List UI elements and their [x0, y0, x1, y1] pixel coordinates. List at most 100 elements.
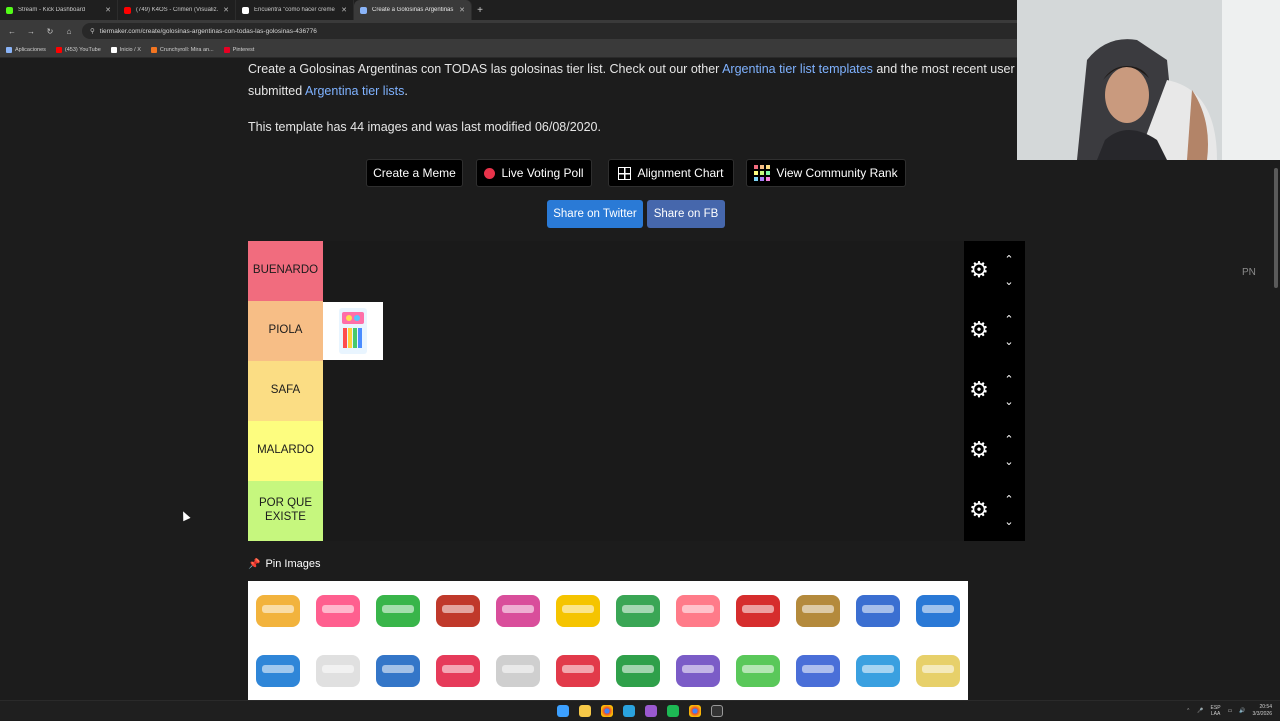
chevron-up-icon[interactable]: ⌃ — [1186, 708, 1190, 714]
tier-drop-zone[interactable] — [323, 481, 964, 541]
bookmark-pinterest[interactable]: Pinterest — [223, 46, 254, 53]
volume-icon[interactable]: 🔊 — [1239, 708, 1245, 714]
candy-image[interactable] — [308, 641, 368, 700]
button-label: View Community Rank — [776, 166, 898, 180]
close-icon[interactable]: ✕ — [459, 6, 465, 14]
candy-image[interactable] — [548, 581, 608, 641]
candy-image[interactable] — [848, 581, 908, 641]
candy-image[interactable] — [848, 641, 908, 700]
chevron-down-icon[interactable]: ⌄ — [1002, 395, 1016, 409]
chevron-down-icon[interactable]: ⌄ — [1002, 335, 1016, 349]
tab-tiermaker[interactable]: Create a Golosinas Argentinas ... ✕ — [354, 0, 472, 20]
youtube-icon — [55, 46, 62, 53]
candy-image[interactable] — [368, 581, 428, 641]
spotify-icon[interactable] — [667, 704, 679, 717]
candy-image[interactable] — [248, 641, 308, 700]
live-voting-poll-button[interactable]: Live Voting Poll — [476, 159, 592, 187]
tier-label[interactable]: SAFA — [248, 361, 323, 421]
bookmark-crunchyroll[interactable]: Crunchyroll: Mira an... — [150, 46, 214, 53]
candy-image[interactable] — [728, 581, 788, 641]
file-explorer-icon[interactable] — [579, 704, 591, 717]
bookmark-youtube[interactable]: (453) YouTube — [55, 46, 101, 53]
chevron-down-icon[interactable]: ⌄ — [1002, 515, 1016, 529]
chevron-up-icon[interactable]: ⌃ — [1002, 313, 1016, 327]
gear-icon[interactable]: ⚙ — [968, 319, 990, 341]
chevron-down-icon[interactable]: ⌄ — [1002, 455, 1016, 469]
close-icon[interactable]: ✕ — [223, 6, 229, 14]
candy-image[interactable] — [548, 641, 608, 700]
new-tab-button[interactable]: + — [472, 0, 488, 20]
candy-image[interactable] — [428, 641, 488, 700]
back-icon[interactable]: ← — [6, 25, 18, 37]
monitor-icon[interactable]: ▭ — [1228, 708, 1233, 714]
tier-label[interactable]: MALARDO — [248, 421, 323, 481]
candy-image-baby-doll[interactable] — [323, 302, 383, 360]
candy-image[interactable] — [428, 581, 488, 641]
tier-drop-zone[interactable] — [323, 301, 964, 361]
tier-label[interactable]: BUENARDO — [248, 241, 323, 301]
candy-image[interactable] — [908, 641, 968, 700]
tier-drop-zone[interactable] — [323, 421, 964, 481]
chevron-up-icon[interactable]: ⌃ — [1002, 433, 1016, 447]
chevron-up-icon[interactable]: ⌃ — [1002, 493, 1016, 507]
tier-label[interactable]: POR QUE EXISTE — [248, 481, 323, 541]
tab-tiktok-search[interactable]: Encuentra "como hacer creme ... ✕ — [236, 0, 354, 20]
pin-images-toggle[interactable]: 📌 Pin Images — [248, 558, 320, 570]
forward-icon[interactable]: → — [25, 25, 37, 37]
mic-icon[interactable]: 🎤 — [1197, 708, 1203, 714]
gear-icon[interactable]: ⚙ — [968, 379, 990, 401]
home-icon[interactable]: ⌂ — [63, 25, 75, 37]
tier-label[interactable]: PIOLA — [248, 301, 323, 361]
tab-youtube[interactable]: (749) K4OS - Crimen (Visualiz... ✕ — [118, 0, 236, 20]
argentina-templates-link[interactable]: Argentina tier list templates — [722, 62, 873, 76]
tier-controls: ⚙ ⌃ ⌄ — [964, 301, 1025, 361]
chevron-down-icon[interactable]: ⌄ — [1002, 275, 1016, 289]
candy-image[interactable] — [908, 581, 968, 641]
bookmark-x[interactable]: Inicio / X — [110, 46, 141, 53]
alignment-chart-button[interactable]: Alignment Chart — [608, 159, 734, 187]
argentina-tier-lists-link[interactable]: Argentina tier lists — [305, 84, 404, 98]
gear-icon[interactable]: ⚙ — [968, 259, 990, 281]
candy-image[interactable] — [488, 581, 548, 641]
scrollbar-thumb[interactable] — [1274, 168, 1278, 288]
candy-image[interactable] — [788, 581, 848, 641]
windows-start-icon[interactable] — [557, 704, 569, 717]
candy-image[interactable] — [488, 641, 548, 700]
view-community-rank-button[interactable]: View Community Rank — [746, 159, 906, 187]
candy-image[interactable] — [788, 641, 848, 700]
tab-label: Create a Golosinas Argentinas ... — [372, 7, 455, 13]
lang-indicator[interactable]: ESP LAA — [1211, 705, 1221, 717]
tab-kick-dashboard[interactable]: Stream - Kick Dashboard ✕ — [0, 0, 118, 20]
gear-icon[interactable]: ⚙ — [968, 439, 990, 461]
telegram-icon[interactable] — [623, 704, 635, 717]
close-icon[interactable]: ✕ — [105, 6, 111, 14]
reload-icon[interactable]: ↻ — [44, 25, 56, 37]
candy-image[interactable] — [668, 641, 728, 700]
chrome-icon[interactable] — [601, 704, 613, 717]
create-meme-button[interactable]: Create a Meme — [366, 159, 463, 187]
candy-image[interactable] — [368, 641, 428, 700]
bookmark-apps[interactable]: Aplicaciones — [6, 46, 46, 53]
webcam-overlay — [1017, 0, 1280, 160]
candy-image[interactable] — [668, 581, 728, 641]
chevron-up-icon[interactable]: ⌃ — [1002, 253, 1016, 267]
clock[interactable]: 20:54 3/3/2026 — [1253, 704, 1272, 718]
candy-image[interactable] — [248, 581, 308, 641]
tier-drop-zone[interactable] — [323, 361, 964, 421]
close-icon[interactable]: ✕ — [341, 6, 347, 14]
share-fb-button[interactable]: Share on FB — [647, 200, 725, 228]
tier-drop-zone[interactable] — [323, 241, 964, 301]
chrome-icon[interactable] — [689, 704, 701, 717]
share-twitter-button[interactable]: Share on Twitter — [547, 200, 643, 228]
candy-image[interactable] — [608, 581, 668, 641]
unranked-image-pool — [248, 581, 968, 700]
chevron-up-icon[interactable]: ⌃ — [1002, 373, 1016, 387]
candy-image[interactable] — [308, 581, 368, 641]
candy-image[interactable] — [608, 641, 668, 700]
app-icon[interactable] — [645, 704, 657, 717]
obs-icon[interactable] — [711, 704, 723, 717]
candy-image[interactable] — [728, 641, 788, 700]
site-info-icon[interactable]: ⚲ — [90, 27, 95, 35]
intro-text: Create a Golosinas Argentinas con TODAS … — [248, 62, 723, 76]
gear-icon[interactable]: ⚙ — [968, 499, 990, 521]
